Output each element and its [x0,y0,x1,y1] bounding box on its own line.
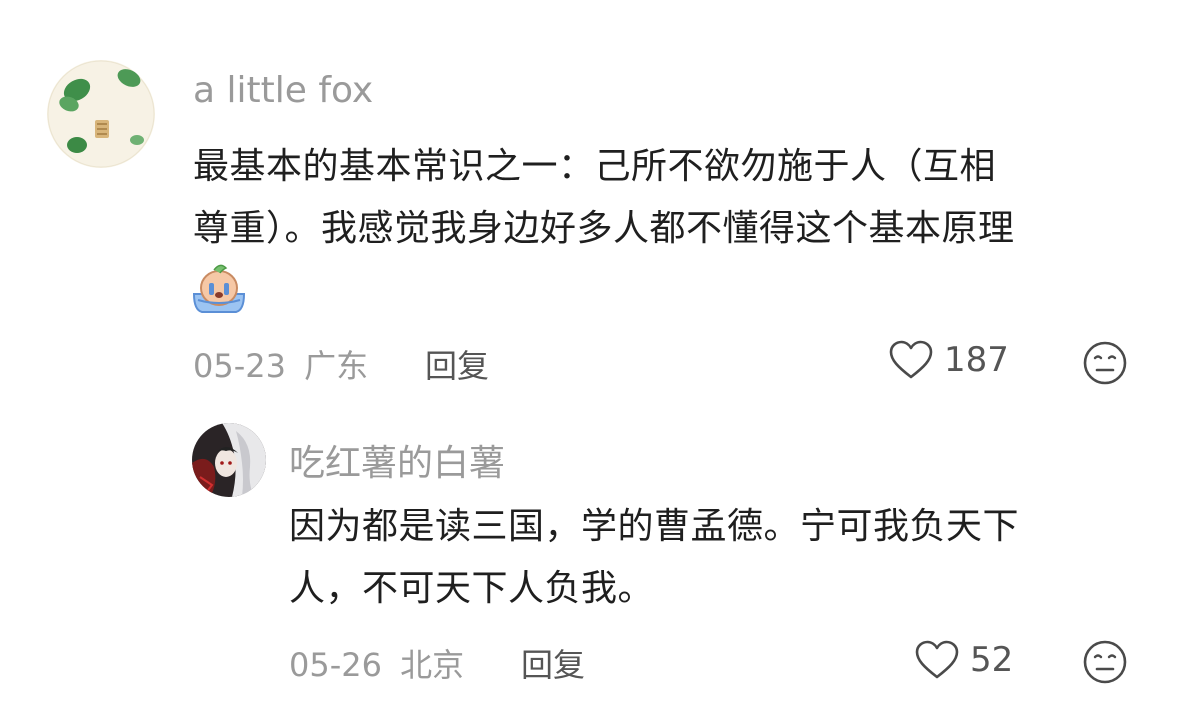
comment-content: 最基本的基本常识之一：己所不欲勿施于人（互相 尊重）。我感觉我身边好多人都不懂得… [193,136,1015,260]
meh-face-icon [1083,640,1127,684]
meh-face-icon [1083,341,1127,385]
user-avatar[interactable] [192,423,266,497]
reply-button[interactable]: 回复 [521,640,585,686]
comment-location: 北京 [400,646,465,684]
comment-date: 05-23 [193,347,286,385]
comment-line: 尊重）。我感觉我身边好多人都不懂得这个基本原理 [193,208,1015,249]
comment-line: 因为都是读三国，学的曹孟德。宁可我负天下 [289,506,1020,547]
crying-emoji-icon [190,260,248,316]
comment-line: 人，不可天下人负我。 [289,568,655,609]
green-leaf-avatar-icon [47,60,155,168]
like-button[interactable]: 187 [888,340,1009,380]
comment-line: 最基本的基本常识之一：己所不欲勿施于人（互相 [193,146,997,187]
dislike-button[interactable] [1082,639,1128,685]
like-count: 187 [944,340,1009,380]
comment-location: 广东 [304,347,369,385]
reply-button[interactable]: 回复 [425,341,489,387]
comment-meta: 05-26 北京 [289,640,464,686]
username[interactable]: a little fox [193,70,373,111]
like-count: 52 [970,640,1014,680]
heart-outline-icon [915,640,959,679]
comment-date: 05-26 [289,646,382,684]
comment-meta: 05-23 广东 [193,341,368,387]
dislike-button[interactable] [1082,340,1128,386]
username[interactable]: 吃红薯的白薯 [289,434,505,486]
like-button[interactable]: 52 [914,640,1013,680]
heart-outline-icon [889,340,933,379]
anime-character-avatar-icon [192,423,266,497]
comment-content: 因为都是读三国，学的曹孟德。宁可我负天下 人，不可天下人负我。 [289,496,1019,620]
user-avatar[interactable] [47,60,155,168]
